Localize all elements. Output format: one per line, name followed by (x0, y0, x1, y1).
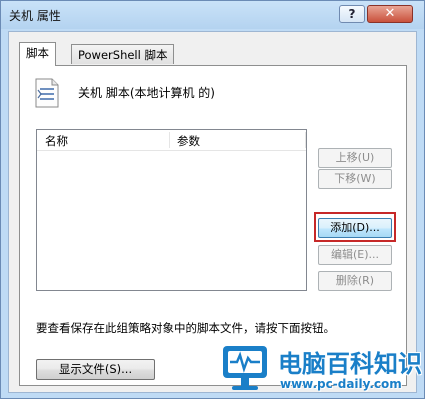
watermark-title: 电脑百科知识 (278, 350, 422, 378)
scripts-tab-panel: 关机 脚本(本地计算机 的) 名称 参数 上移(U) 下移(W) 添加(D)..… (19, 65, 407, 386)
show-files-button[interactable]: 显示文件(S)... (36, 359, 155, 380)
tab-powershell-scripts[interactable]: PowerShell 脚本 (71, 44, 175, 64)
script-heading: 关机 脚本(本地计算机 的) (78, 86, 215, 100)
column-divider (305, 132, 306, 148)
edit-button[interactable]: 编辑(E)... (318, 245, 392, 265)
title-bar[interactable]: 关机 属性 ? ✕ (1, 1, 424, 29)
column-header-parameters[interactable]: 参数 (177, 133, 200, 149)
script-document-icon (35, 78, 59, 108)
dialog-client-area: 脚本 PowerShell 脚本 关机 脚本(本地计算机 的) 名称 参数 上移… (8, 31, 417, 393)
list-header: 名称 参数 (37, 130, 306, 151)
add-button[interactable]: 添加(D)... (318, 218, 392, 238)
column-header-name[interactable]: 名称 (45, 133, 68, 149)
watermark-url: www.pc-daily.com (280, 377, 402, 391)
hint-text: 要查看保存在此组策略对象中的脚本文件，请按下面按钮。 (36, 321, 335, 335)
column-divider (169, 132, 170, 148)
watermark: 电脑百科知识 www.pc-daily.com (214, 340, 425, 399)
delete-button[interactable]: 删除(R) (318, 271, 392, 291)
window-title: 关机 属性 (9, 9, 61, 23)
move-down-button[interactable]: 下移(W) (318, 169, 392, 189)
tab-scripts[interactable]: 脚本 (19, 42, 56, 66)
close-button[interactable]: ✕ (367, 5, 413, 23)
monitor-pulse-logo (223, 346, 267, 390)
scripts-list[interactable]: 名称 参数 (36, 129, 307, 291)
help-button[interactable]: ? (339, 5, 365, 23)
move-up-button[interactable]: 上移(U) (318, 148, 392, 168)
